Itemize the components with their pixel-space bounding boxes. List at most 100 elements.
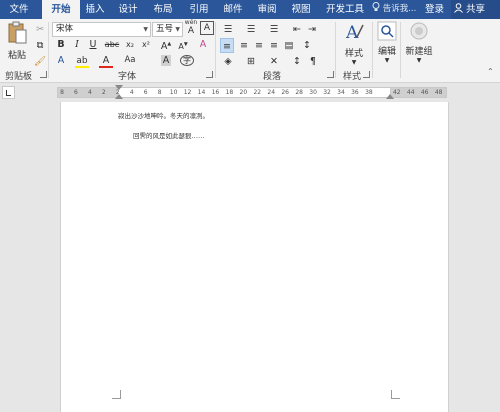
copy-icon: ⧉ (36, 40, 44, 51)
numbering-button[interactable]: ☰ (244, 22, 258, 37)
ruler-tick-label: 34 (337, 89, 345, 96)
styles-button[interactable]: A 样式 ▼ (340, 21, 368, 66)
grow-font-button[interactable]: A▲ (159, 37, 173, 52)
ruler-tick-label: 4 (87, 89, 92, 96)
char-shading-button[interactable]: A (159, 53, 173, 68)
shading-button[interactable]: ◈ (221, 54, 235, 69)
chinese-layout-icon: ✕ (270, 56, 278, 67)
phonetic-glyph: A (187, 26, 195, 36)
increase-indent-button[interactable]: ⇥ (305, 22, 319, 37)
copy-button[interactable]: ⧉ (33, 38, 47, 53)
line-spacing-button[interactable]: ↕ (300, 38, 314, 53)
clipboard-paste-icon (8, 21, 27, 44)
tab-design[interactable]: 设计 (113, 0, 143, 19)
font-launcher-icon[interactable] (206, 71, 213, 78)
ruler-tick-label: 28 (295, 89, 303, 96)
clipboard-launcher-icon[interactable] (40, 71, 47, 78)
editing-label: 编辑 (377, 47, 396, 57)
horizontal-ruler[interactable]: 8 6 4 2 2 4 6 8 10 12 14 16 18 20 22 24 26 28 30 32 34 36 38 42… (57, 85, 447, 99)
align-right-button[interactable]: ≡ (252, 38, 266, 53)
document-line-2[interactable]: 回霁的风是如此瑟狠…… (133, 130, 205, 140)
clear-format-button[interactable]: A (196, 37, 210, 52)
change-case-button[interactable]: Aa (121, 53, 139, 68)
char-shading-icon: A (160, 55, 172, 66)
decrease-indent-button[interactable]: ⇤ (290, 22, 304, 37)
hanging-indent-marker[interactable] (115, 94, 123, 99)
paste-button[interactable]: 粘贴 (4, 21, 30, 61)
ruler-tick-label: 10 (169, 89, 178, 96)
font-group-label: 字体 (118, 72, 137, 82)
group-separator (215, 22, 216, 78)
distribute-button[interactable]: ▤ (282, 38, 296, 53)
sort-button[interactable]: ↕ (290, 54, 304, 69)
tell-me-text: 告诉我... (382, 4, 417, 14)
ruler-tick-label: 36 (351, 89, 359, 96)
subscript-button[interactable]: x₂ (123, 37, 137, 52)
bullets-button[interactable]: ☰ (221, 22, 235, 37)
numbered-list-icon: ☰ (246, 24, 256, 35)
ruler-tick-label: 42 (392, 89, 401, 96)
login-link[interactable]: 登录 (425, 0, 444, 19)
superscript-button[interactable]: x² (139, 37, 153, 52)
tell-me-box[interactable]: 告诉我... (372, 0, 416, 19)
tab-references[interactable]: 引用 (184, 0, 214, 19)
align-center-button[interactable]: ≡ (237, 38, 251, 53)
chevron-down-icon: ▼ (351, 59, 357, 66)
cut-button[interactable]: ✂ (33, 22, 47, 37)
justify-button[interactable]: ≡ (267, 38, 281, 53)
first-line-indent-marker[interactable] (115, 85, 123, 90)
strikethrough-button[interactable]: abc (103, 37, 121, 52)
shrink-font-button[interactable]: A▼ (176, 37, 190, 52)
align-left-icon: ≡ (223, 41, 231, 52)
phonetic-guide-button[interactable]: wén A (184, 19, 198, 36)
tab-developer[interactable]: 开发工具 (322, 0, 368, 19)
group-separator (400, 22, 401, 78)
highlight-button[interactable]: ab (74, 53, 90, 68)
enclosed-char-icon: 字 (180, 55, 194, 66)
chinese-layout-button[interactable]: ✕ (267, 54, 281, 69)
format-painter-button[interactable]: 🖌 (33, 54, 47, 69)
tab-home[interactable]: 开始 (42, 0, 80, 19)
tab-insert[interactable]: 插入 (80, 0, 110, 19)
person-icon (454, 3, 463, 13)
font-color-bar (99, 66, 113, 68)
multilevel-list-button[interactable]: ☰ (267, 22, 281, 37)
new-group-button[interactable]: 新建组 ▼ (402, 21, 436, 65)
paragraph-launcher-icon[interactable] (327, 71, 334, 78)
bullet-list-icon: ☰ (223, 24, 233, 35)
ruler-tick-label: 38 (365, 89, 373, 96)
tab-mailings[interactable]: 邮件 (218, 0, 248, 19)
text-effects-button[interactable]: A (54, 53, 68, 68)
ruler-tick-label: 14 (197, 89, 206, 96)
tab-layout[interactable]: 布局 (148, 0, 178, 19)
borders-button[interactable]: ⊞ (244, 54, 258, 69)
new-group-label: 新建组 (405, 47, 433, 57)
tab-selector[interactable] (2, 86, 15, 99)
bold-button[interactable]: B (54, 37, 68, 52)
grow-font-icon: A▲ (160, 41, 172, 53)
char-border-button[interactable]: A (200, 21, 214, 35)
document-line-1[interactable]: 寂出沙沙地呻吟。冬天的凛冽。 (118, 110, 209, 120)
underline-button[interactable]: U (86, 37, 100, 52)
tab-file[interactable]: 文件 (0, 0, 38, 19)
scissors-icon: ✂ (36, 24, 44, 35)
collapse-ribbon-icon[interactable]: ⌃ (487, 67, 494, 76)
paste-label: 粘贴 (7, 51, 26, 61)
document-page[interactable]: 寂出沙沙地呻吟。冬天的凛冽。 回霁的风是如此瑟狠…… (60, 102, 449, 412)
tab-review[interactable]: 审阅 (252, 0, 282, 19)
show-marks-button[interactable]: ¶ (306, 54, 320, 69)
styles-launcher-icon[interactable] (363, 71, 370, 78)
share-button[interactable]: 共享 (451, 0, 500, 19)
ruler-tick-label: 30 (309, 89, 317, 96)
align-left-button[interactable]: ≡ (220, 38, 234, 53)
tab-view[interactable]: 视图 (286, 0, 316, 19)
italic-button[interactable]: I (70, 37, 84, 52)
right-indent-marker[interactable] (386, 94, 394, 99)
font-name-select[interactable]: 宋体 ▼ (52, 22, 151, 37)
eraser-icon: A (199, 39, 207, 50)
font-size-select[interactable]: 五号 ▼ (152, 22, 183, 37)
editing-button[interactable]: 编辑 ▼ (376, 21, 398, 65)
font-color-button[interactable]: A (99, 53, 113, 68)
share-label: 共享 (466, 4, 486, 15)
enclose-char-button[interactable]: 字 (180, 53, 194, 68)
